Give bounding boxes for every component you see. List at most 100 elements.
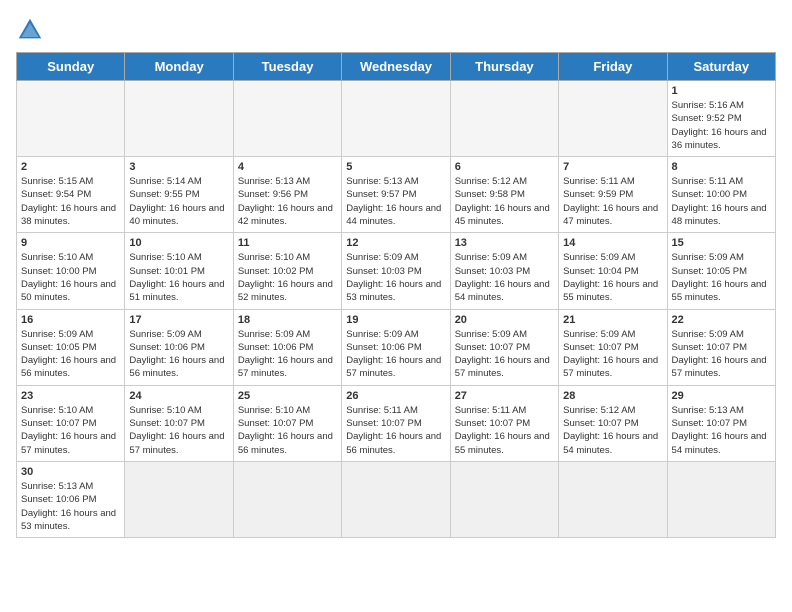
day-info: Sunrise: 5:09 AMSunset: 10:05 PMDaylight… (672, 251, 771, 304)
calendar-cell: 28 Sunrise: 5:12 AMSunset: 10:07 PMDaylig… (559, 385, 667, 461)
calendar-cell: 15 Sunrise: 5:09 AMSunset: 10:05 PMDaylig… (667, 233, 775, 309)
calendar-cell (667, 461, 775, 537)
calendar-cell: 6 Sunrise: 5:12 AMSunset: 9:58 PMDaylight… (450, 157, 558, 233)
day-number: 28 (563, 390, 662, 402)
calendar-cell (450, 81, 558, 157)
day-info: Sunrise: 5:09 AMSunset: 10:05 PMDaylight… (21, 328, 120, 381)
calendar-cell (450, 461, 558, 537)
day-number: 22 (672, 314, 771, 326)
day-info: Sunrise: 5:09 AMSunset: 10:04 PMDaylight… (563, 251, 662, 304)
day-number: 1 (672, 85, 771, 97)
day-number: 25 (238, 390, 337, 402)
day-number: 19 (346, 314, 445, 326)
day-number: 27 (455, 390, 554, 402)
day-info: Sunrise: 5:11 AMSunset: 9:59 PMDaylight:… (563, 175, 662, 228)
week-row-4: 16 Sunrise: 5:09 AMSunset: 10:05 PMDaylig… (17, 309, 776, 385)
calendar-cell: 12Sunrise: 5:09 AMSunset: 10:03 PMDaylig… (342, 233, 450, 309)
day-number: 6 (455, 161, 554, 173)
calendar-cell (342, 461, 450, 537)
header-day-wednesday: Wednesday (342, 53, 450, 81)
calendar-cell (342, 81, 450, 157)
day-number: 21 (563, 314, 662, 326)
day-info: Sunrise: 5:09 AMSunset: 10:07 PMDaylight… (672, 328, 771, 381)
day-info: Sunrise: 5:09 AMSunset: 10:07 PMDaylight… (563, 328, 662, 381)
day-info: Sunrise: 5:09 AMSunset: 10:06 PMDaylight… (346, 328, 445, 381)
header-day-sunday: Sunday (17, 53, 125, 81)
calendar-cell (559, 461, 667, 537)
week-row-3: 9 Sunrise: 5:10 AMSunset: 10:00 PMDayligh… (17, 233, 776, 309)
calendar-cell: 2Sunrise: 5:15 AMSunset: 9:54 PMDaylight… (17, 157, 125, 233)
day-number: 9 (21, 237, 120, 249)
calendar-cell: 29Sunrise: 5:13 AMSunset: 10:07 PMDaylig… (667, 385, 775, 461)
header-day-saturday: Saturday (667, 53, 775, 81)
calendar-cell: 4Sunrise: 5:13 AMSunset: 9:56 PMDaylight… (233, 157, 341, 233)
day-number: 17 (129, 314, 228, 326)
day-number: 29 (672, 390, 771, 402)
day-number: 4 (238, 161, 337, 173)
day-number: 8 (672, 161, 771, 173)
week-row-1: 1 Sunrise: 5:16 AMSunset: 9:52 PMDaylight… (17, 81, 776, 157)
day-info: Sunrise: 5:10 AMSunset: 10:00 PMDaylight… (21, 251, 120, 304)
calendar-cell: 23Sunrise: 5:10 AMSunset: 10:07 PMDaylig… (17, 385, 125, 461)
calendar-cell (125, 81, 233, 157)
day-number: 15 (672, 237, 771, 249)
day-info: Sunrise: 5:10 AMSunset: 10:07 PMDaylight… (238, 404, 337, 457)
day-info: Sunrise: 5:14 AMSunset: 9:55 PMDaylight:… (129, 175, 228, 228)
calendar-cell: 18 Sunrise: 5:09 AMSunset: 10:06 PMDaylig… (233, 309, 341, 385)
day-info: Sunrise: 5:13 AMSunset: 10:06 PMDaylight… (21, 480, 120, 533)
day-info: Sunrise: 5:13 AMSunset: 9:57 PMDaylight:… (346, 175, 445, 228)
calendar-cell: 27 Sunrise: 5:11 AMSunset: 10:07 PMDaylig… (450, 385, 558, 461)
calendar-cell: 16 Sunrise: 5:09 AMSunset: 10:05 PMDaylig… (17, 309, 125, 385)
calendar-cell: 20Sunrise: 5:09 AMSunset: 10:07 PMDaylig… (450, 309, 558, 385)
logo (16, 16, 48, 44)
calendar-cell: 5 Sunrise: 5:13 AMSunset: 9:57 PMDaylight… (342, 157, 450, 233)
header-day-tuesday: Tuesday (233, 53, 341, 81)
day-info: Sunrise: 5:16 AMSunset: 9:52 PMDaylight:… (672, 99, 771, 152)
calendar-cell: 21 Sunrise: 5:09 AMSunset: 10:07 PMDaylig… (559, 309, 667, 385)
day-info: Sunrise: 5:09 AMSunset: 10:06 PMDaylight… (129, 328, 228, 381)
calendar-cell (233, 81, 341, 157)
logo-icon (16, 16, 44, 44)
week-row-6: 30Sunrise: 5:13 AMSunset: 10:06 PMDaylig… (17, 461, 776, 537)
day-number: 13 (455, 237, 554, 249)
calendar-cell: 19 Sunrise: 5:09 AMSunset: 10:06 PMDaylig… (342, 309, 450, 385)
day-info: Sunrise: 5:10 AMSunset: 10:07 PMDaylight… (129, 404, 228, 457)
calendar-cell: 17 Sunrise: 5:09 AMSunset: 10:06 PMDaylig… (125, 309, 233, 385)
calendar-cell: 24 Sunrise: 5:10 AMSunset: 10:07 PMDaylig… (125, 385, 233, 461)
calendar-cell: 22 Sunrise: 5:09 AMSunset: 10:07 PMDaylig… (667, 309, 775, 385)
day-info: Sunrise: 5:11 AMSunset: 10:00 PMDaylight… (672, 175, 771, 228)
calendar-cell: 3 Sunrise: 5:14 AMSunset: 9:55 PMDaylight… (125, 157, 233, 233)
day-info: Sunrise: 5:10 AMSunset: 10:07 PMDaylight… (21, 404, 120, 457)
calendar-cell: 10Sunrise: 5:10 AMSunset: 10:01 PMDaylig… (125, 233, 233, 309)
calendar-cell (17, 81, 125, 157)
calendar-cell (559, 81, 667, 157)
calendar-cell: 25 Sunrise: 5:10 AMSunset: 10:07 PMDaylig… (233, 385, 341, 461)
calendar-cell: 30Sunrise: 5:13 AMSunset: 10:06 PMDaylig… (17, 461, 125, 537)
day-number: 2 (21, 161, 120, 173)
calendar-cell: 26Sunrise: 5:11 AMSunset: 10:07 PMDaylig… (342, 385, 450, 461)
week-row-5: 23Sunrise: 5:10 AMSunset: 10:07 PMDaylig… (17, 385, 776, 461)
day-number: 3 (129, 161, 228, 173)
day-number: 18 (238, 314, 337, 326)
header-day-thursday: Thursday (450, 53, 558, 81)
day-number: 16 (21, 314, 120, 326)
day-number: 14 (563, 237, 662, 249)
calendar-cell: 13 Sunrise: 5:09 AMSunset: 10:03 PMDaylig… (450, 233, 558, 309)
day-info: Sunrise: 5:10 AMSunset: 10:01 PMDaylight… (129, 251, 228, 304)
header-day-friday: Friday (559, 53, 667, 81)
day-number: 24 (129, 390, 228, 402)
day-info: Sunrise: 5:11 AMSunset: 10:07 PMDaylight… (455, 404, 554, 457)
calendar-table: SundayMondayTuesdayWednesdayThursdayFrid… (16, 52, 776, 538)
calendar-cell: 14 Sunrise: 5:09 AMSunset: 10:04 PMDaylig… (559, 233, 667, 309)
day-info: Sunrise: 5:09 AMSunset: 10:03 PMDaylight… (455, 251, 554, 304)
calendar-cell: 7 Sunrise: 5:11 AMSunset: 9:59 PMDaylight… (559, 157, 667, 233)
header (16, 16, 776, 44)
day-info: Sunrise: 5:12 AMSunset: 10:07 PMDaylight… (563, 404, 662, 457)
day-info: Sunrise: 5:09 AMSunset: 10:07 PMDaylight… (455, 328, 554, 381)
day-info: Sunrise: 5:12 AMSunset: 9:58 PMDaylight:… (455, 175, 554, 228)
day-number: 7 (563, 161, 662, 173)
day-number: 5 (346, 161, 445, 173)
day-info: Sunrise: 5:10 AMSunset: 10:02 PMDaylight… (238, 251, 337, 304)
day-info: Sunrise: 5:09 AMSunset: 10:06 PMDaylight… (238, 328, 337, 381)
day-number: 12 (346, 237, 445, 249)
